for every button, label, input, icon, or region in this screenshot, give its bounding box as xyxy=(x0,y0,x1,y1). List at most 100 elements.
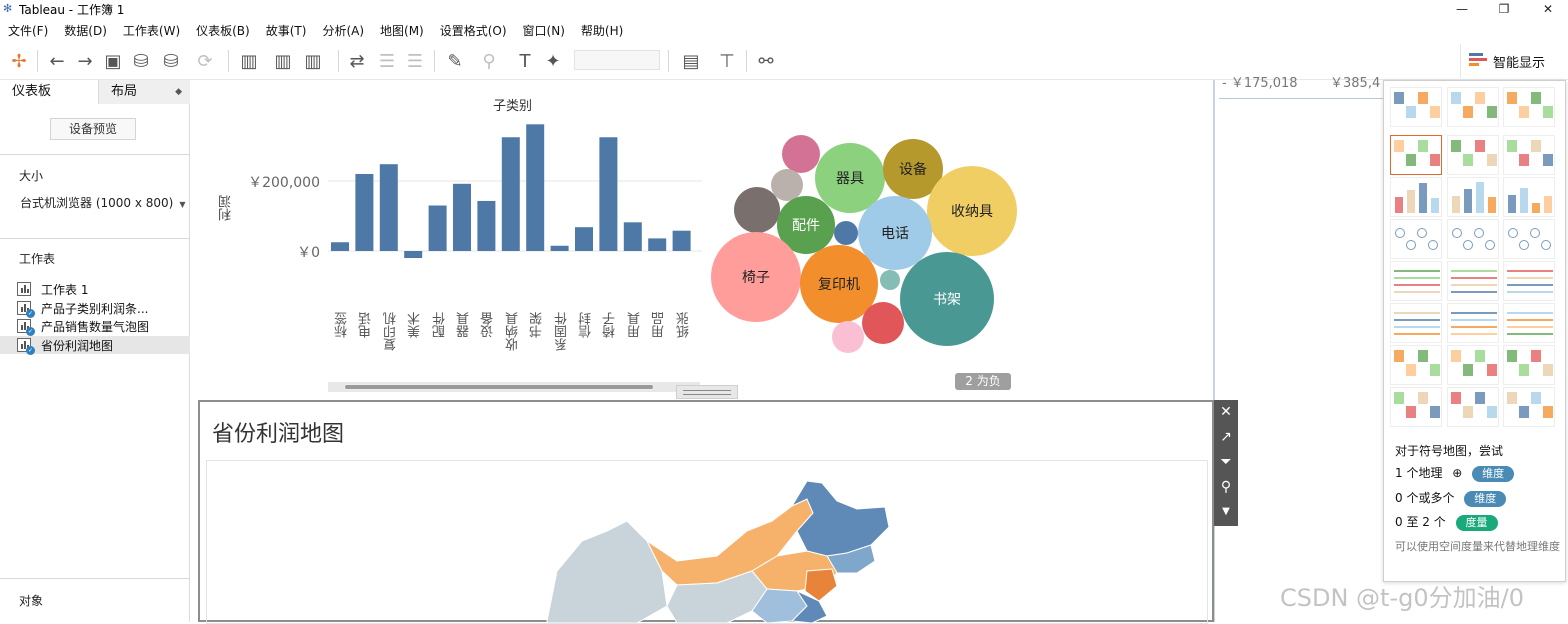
more-options-icon[interactable]: ▼ xyxy=(1214,500,1238,524)
close-button[interactable]: ✕ xyxy=(1528,0,1568,18)
new-datasource-icon[interactable]: ⛁ xyxy=(128,48,154,74)
pin-icon[interactable]: ⚲ xyxy=(1214,475,1238,499)
chart-type-thumbnail[interactable] xyxy=(1503,345,1555,385)
minimize-button[interactable]: — xyxy=(1442,0,1482,18)
scrollbar-thumb[interactable] xyxy=(344,384,654,390)
menu-analysis[interactable]: 分析(A) xyxy=(314,22,372,39)
filter-icon[interactable]: ⏷ xyxy=(1214,450,1238,474)
bar-设备[interactable] xyxy=(477,200,496,251)
tab-layout[interactable]: 布局 ◆ xyxy=(98,80,190,104)
menu-file[interactable]: 文件(F) xyxy=(0,22,56,39)
bubble[interactable] xyxy=(771,169,803,201)
undo-icon[interactable]: ← xyxy=(44,48,70,74)
map-area[interactable] xyxy=(206,460,1208,624)
bubble[interactable] xyxy=(832,321,864,353)
chart-type-thumbnail[interactable] xyxy=(1447,177,1499,217)
bar-器具[interactable] xyxy=(453,183,471,251)
show-cards-icon[interactable]: ▤ xyxy=(678,48,704,74)
menu-dashboard[interactable]: 仪表板(B) xyxy=(188,22,258,39)
new-sheet-icon[interactable]: ▥ xyxy=(236,48,262,74)
chart-type-thumbnail[interactable] xyxy=(1447,387,1499,427)
chart-type-thumbnail[interactable] xyxy=(1503,387,1555,427)
chart-type-thumbnail[interactable] xyxy=(1390,261,1442,301)
chart-type-thumbnail[interactable] xyxy=(1503,135,1555,175)
bar-美术[interactable] xyxy=(404,251,423,258)
resize-handle[interactable] xyxy=(676,385,738,399)
share-icon[interactable]: ⚯ xyxy=(753,48,779,74)
pause-update-icon[interactable]: ⛁ xyxy=(158,48,184,74)
remove-icon[interactable]: ✕ xyxy=(1214,400,1238,424)
bubble[interactable] xyxy=(834,221,858,245)
pin-icon[interactable]: ✦ xyxy=(540,48,566,74)
bubble[interactable] xyxy=(734,187,780,233)
horizontal-scrollbar[interactable] xyxy=(328,382,700,392)
tableau-home-icon[interactable]: ✢ xyxy=(6,48,32,74)
bar-椅子[interactable] xyxy=(599,137,618,251)
bar-用品[interactable] xyxy=(648,238,667,251)
chart-type-thumbnail[interactable] xyxy=(1503,261,1555,301)
bar-标签[interactable] xyxy=(331,242,349,251)
redo-icon[interactable]: → xyxy=(72,48,98,74)
chart-type-thumbnail[interactable] xyxy=(1447,219,1499,259)
chart-type-thumbnail[interactable] xyxy=(1390,303,1442,343)
bubble[interactable] xyxy=(782,135,820,173)
bar-书架[interactable] xyxy=(526,124,545,251)
chart-type-thumbnail[interactable] xyxy=(1447,303,1499,343)
fit-select[interactable] xyxy=(574,50,660,70)
chart-type-thumbnail[interactable] xyxy=(1503,177,1555,217)
bar-用具[interactable] xyxy=(623,222,642,251)
chart-type-thumbnail[interactable] xyxy=(1447,261,1499,301)
menu-worksheet[interactable]: 工作表(W) xyxy=(115,22,188,39)
sheet-item-sales-bubble[interactable]: ✓ 产品销售数量气泡图 xyxy=(0,317,190,336)
swap-icon[interactable]: ⇄ xyxy=(344,48,370,74)
highlight-icon[interactable]: ✎ xyxy=(442,48,468,74)
sort-desc-icon[interactable]: ☰ xyxy=(402,48,428,74)
bar-系固件[interactable] xyxy=(550,245,569,251)
bar-纸张[interactable] xyxy=(672,230,691,251)
sheet-item-worksheet1[interactable]: 工作表 1 xyxy=(0,280,190,298)
menu-story[interactable]: 故事(T) xyxy=(258,22,315,39)
chart-type-thumbnail[interactable] xyxy=(1503,219,1555,259)
chart-type-thumbnail[interactable] xyxy=(1503,87,1555,127)
presentation-icon[interactable]: ⊤ xyxy=(714,48,740,74)
sheet-item-subcategory-profit[interactable]: ✓ 产品子类别利润条... xyxy=(0,299,190,318)
bar-复印机[interactable] xyxy=(379,164,398,251)
label-icon[interactable]: T xyxy=(512,48,538,74)
bar-信封[interactable] xyxy=(575,227,593,251)
save-icon[interactable]: ▣ xyxy=(100,48,126,74)
goto-sheet-icon[interactable]: ↗ xyxy=(1214,425,1238,449)
duplicate-sheet-icon[interactable]: ▥ xyxy=(270,48,296,74)
chart-type-thumbnail[interactable] xyxy=(1390,345,1442,385)
chart-type-thumbnail[interactable] xyxy=(1390,387,1442,427)
province-map-sheet[interactable]: 省份利润地图 xyxy=(198,400,1214,624)
sort-asc-icon[interactable]: ☰ xyxy=(374,48,400,74)
tab-dashboard[interactable]: 仪表板 xyxy=(0,80,98,104)
chart-type-thumbnail[interactable] xyxy=(1447,87,1499,127)
chart-type-thumbnail[interactable] xyxy=(1390,135,1442,175)
sheet-item-province-map[interactable]: ✓ 省份利润地图 xyxy=(0,336,190,355)
chart-type-thumbnail[interactable] xyxy=(1447,345,1499,385)
menu-format[interactable]: 设置格式(O) xyxy=(432,22,515,39)
menu-window[interactable]: 窗口(N) xyxy=(515,22,573,39)
size-dropdown[interactable]: 台式机浏览器 (1000 x 800) ▼ xyxy=(20,194,186,211)
negative-values-badge[interactable]: 2 为负 xyxy=(955,373,1011,390)
refresh-icon[interactable]: ⟳ xyxy=(192,48,218,74)
bubble[interactable] xyxy=(880,270,900,290)
menu-map[interactable]: 地图(M) xyxy=(372,22,432,39)
bar-电话[interactable] xyxy=(355,174,374,251)
chart-type-thumbnail[interactable] xyxy=(1503,303,1555,343)
chart-type-thumbnail[interactable] xyxy=(1390,177,1442,217)
bar-配件[interactable] xyxy=(428,205,447,252)
maximize-button[interactable]: ❐ xyxy=(1484,0,1524,18)
menu-help[interactable]: 帮助(H) xyxy=(573,22,631,39)
smart-show-button[interactable]: 智能显示 xyxy=(1460,44,1566,78)
bubble[interactable] xyxy=(862,302,904,344)
chart-type-thumbnail[interactable] xyxy=(1447,135,1499,175)
device-preview-button[interactable]: 设备预览 xyxy=(50,118,136,140)
chart-type-thumbnail[interactable] xyxy=(1390,87,1442,127)
group-icon[interactable]: ⚲ xyxy=(476,48,502,74)
menu-data[interactable]: 数据(D) xyxy=(56,22,115,39)
clear-sheet-icon[interactable]: ▥ xyxy=(300,48,326,74)
bar-收纳具[interactable] xyxy=(501,137,520,251)
chart-type-thumbnail[interactable] xyxy=(1390,219,1442,259)
